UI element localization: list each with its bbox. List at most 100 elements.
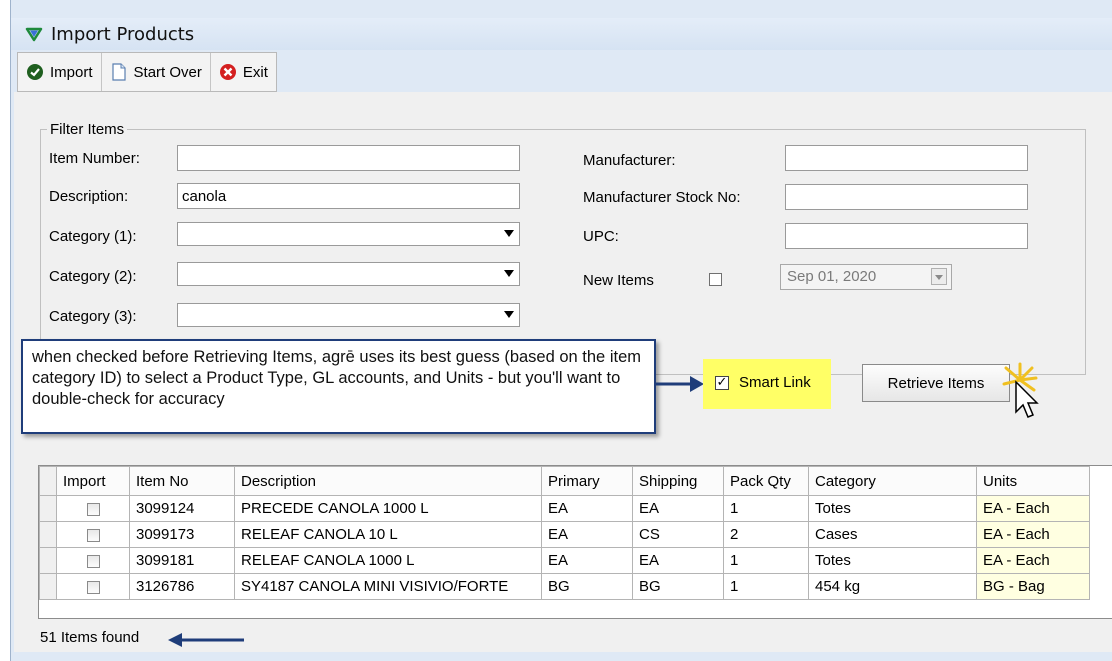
pack-qty-cell[interactable]: 1 xyxy=(723,573,809,600)
import-cell[interactable] xyxy=(56,521,130,548)
import-checkbox[interactable] xyxy=(86,580,100,594)
items-grid[interactable]: Import Item No Description Primary Shipp… xyxy=(38,465,1112,619)
shipping-cell[interactable]: EA xyxy=(632,495,724,522)
new-items-label: New Items xyxy=(583,272,654,289)
description-cell[interactable]: PRECEDE CANOLA 1000 L xyxy=(234,495,542,522)
column-header-import[interactable]: Import xyxy=(56,466,130,496)
chevron-down-icon xyxy=(504,311,514,318)
description-cell[interactable]: RELEAF CANOLA 10 L xyxy=(234,521,542,548)
column-header-units[interactable]: Units xyxy=(976,466,1090,496)
table-row[interactable]: 3099181 RELEAF CANOLA 1000 L EA EA 1 Tot… xyxy=(39,547,1090,574)
exit-button-label: Exit xyxy=(242,63,268,81)
manufacturer-stock-no-label: Manufacturer Stock No: xyxy=(583,189,741,206)
import-cell[interactable] xyxy=(56,573,130,600)
units-cell[interactable]: EA - Each xyxy=(976,521,1090,548)
arrow-left-icon xyxy=(168,633,244,647)
click-cursor-icon xyxy=(1002,362,1039,418)
import-button-label: Import xyxy=(50,63,93,81)
smart-link-checkbox[interactable]: ✓ xyxy=(715,376,729,390)
chevron-down-icon xyxy=(931,268,947,285)
import-checkbox[interactable] xyxy=(86,554,100,568)
items-found-status: 51 Items found xyxy=(40,629,140,646)
import-button[interactable]: Import xyxy=(18,53,102,91)
description-label: Description: xyxy=(49,188,129,205)
column-header-primary[interactable]: Primary xyxy=(541,466,633,496)
retrieve-items-label: Retrieve Items xyxy=(887,374,985,392)
window-title: Import Products xyxy=(51,23,195,45)
start-over-button-label: Start Over xyxy=(133,63,202,81)
primary-cell[interactable]: EA xyxy=(541,495,633,522)
toolbar: Import Start Over Exit xyxy=(17,52,277,92)
smart-link-highlight: ✓ Smart Link xyxy=(703,359,831,409)
shipping-cell[interactable]: EA xyxy=(632,547,724,574)
table-row[interactable]: 3099173 RELEAF CANOLA 10 L EA CS 2 Cases… xyxy=(39,521,1090,548)
manufacturer-label: Manufacturer: xyxy=(583,152,676,169)
upc-label: UPC: xyxy=(583,228,619,245)
chevron-down-icon xyxy=(504,230,514,237)
new-items-date-value: Sep 01, 2020 xyxy=(787,268,877,285)
chevron-down-icon xyxy=(504,270,514,277)
description-cell[interactable]: RELEAF CANOLA 1000 L xyxy=(234,547,542,574)
retrieve-items-button[interactable]: Retrieve Items xyxy=(862,364,1010,402)
primary-cell[interactable]: EA xyxy=(541,547,633,574)
pack-qty-cell[interactable]: 1 xyxy=(723,547,809,574)
column-header-pack-qty[interactable]: Pack Qty xyxy=(723,466,809,496)
close-circle-icon xyxy=(219,64,236,80)
upc-field[interactable] xyxy=(785,223,1028,249)
category3-label: Category (3): xyxy=(49,308,137,325)
column-header-shipping[interactable]: Shipping xyxy=(632,466,724,496)
new-items-date-picker[interactable]: Sep 01, 2020 xyxy=(780,264,952,290)
units-cell[interactable]: EA - Each xyxy=(976,547,1090,574)
import-cell[interactable] xyxy=(56,547,130,574)
category2-select[interactable] xyxy=(177,262,520,286)
table-row[interactable]: 3126786 SY4187 CANOLA MINI VISIVIO/FORTE… xyxy=(39,573,1090,600)
column-header-description[interactable]: Description xyxy=(234,466,542,496)
category-cell[interactable]: Totes xyxy=(808,495,977,522)
pack-qty-cell[interactable]: 2 xyxy=(723,521,809,548)
shipping-cell[interactable]: CS xyxy=(632,521,724,548)
row-header[interactable] xyxy=(39,547,57,574)
row-header[interactable] xyxy=(39,521,57,548)
units-cell[interactable]: EA - Each xyxy=(976,495,1090,522)
manufacturer-stock-no-field[interactable] xyxy=(785,184,1028,210)
shipping-cell[interactable]: BG xyxy=(632,573,724,600)
exit-button[interactable]: Exit xyxy=(211,53,276,91)
new-items-checkbox[interactable] xyxy=(709,273,722,286)
category1-select[interactable] xyxy=(177,222,520,246)
callout-text: when checked before Retrieving Items, ag… xyxy=(32,348,641,408)
item-number-field[interactable] xyxy=(177,145,520,171)
column-header-item-no[interactable]: Item No xyxy=(129,466,235,496)
manufacturer-field[interactable] xyxy=(785,145,1028,171)
category-cell[interactable]: Cases xyxy=(808,521,977,548)
import-cell[interactable] xyxy=(56,495,130,522)
smart-link-label: Smart Link xyxy=(739,374,811,391)
check-circle-icon xyxy=(27,64,43,80)
description-cell[interactable]: SY4187 CANOLA MINI VISIVIO/FORTE xyxy=(234,573,542,600)
import-checkbox[interactable] xyxy=(86,502,100,516)
category-cell[interactable]: Totes xyxy=(808,547,977,574)
category3-select[interactable] xyxy=(177,303,520,327)
pack-qty-cell[interactable]: 1 xyxy=(723,495,809,522)
item-no-cell[interactable]: 3099173 xyxy=(129,521,235,548)
title-bar: Import Products xyxy=(11,18,1112,50)
item-no-cell[interactable]: 3099181 xyxy=(129,547,235,574)
primary-cell[interactable]: EA xyxy=(541,521,633,548)
description-field[interactable] xyxy=(177,183,520,209)
app-logo-icon xyxy=(25,27,43,42)
arrow-right-icon xyxy=(656,376,704,392)
row-header[interactable] xyxy=(39,573,57,600)
blank-document-icon xyxy=(111,63,126,81)
table-row[interactable]: 3099124 PRECEDE CANOLA 1000 L EA EA 1 To… xyxy=(39,495,1090,522)
smart-link-callout: when checked before Retrieving Items, ag… xyxy=(21,339,656,434)
row-header[interactable] xyxy=(39,495,57,522)
units-cell[interactable]: BG - Bag xyxy=(976,573,1090,600)
import-checkbox[interactable] xyxy=(86,528,100,542)
category1-label: Category (1): xyxy=(49,228,137,245)
item-number-label: Item Number: xyxy=(49,150,140,167)
start-over-button[interactable]: Start Over xyxy=(102,53,211,91)
item-no-cell[interactable]: 3099124 xyxy=(129,495,235,522)
item-no-cell[interactable]: 3126786 xyxy=(129,573,235,600)
primary-cell[interactable]: BG xyxy=(541,573,633,600)
category-cell[interactable]: 454 kg xyxy=(808,573,977,600)
column-header-category[interactable]: Category xyxy=(808,466,977,496)
